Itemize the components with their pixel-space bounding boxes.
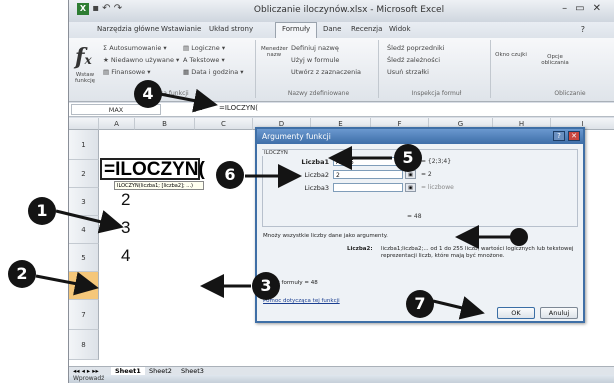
result-marker-dot xyxy=(510,228,528,246)
callout-4: 4 xyxy=(134,80,162,108)
callout-6: 6 xyxy=(216,161,244,189)
callout-arrow-1 xyxy=(55,209,124,234)
callout-1: 1 xyxy=(28,197,56,225)
callout-arrow-4 xyxy=(159,88,218,113)
callout-arrow-2 xyxy=(35,271,99,296)
callout-3: 3 xyxy=(252,272,280,300)
callout-7: 7 xyxy=(406,290,434,318)
callout-5: 5 xyxy=(394,144,422,172)
callout-2: 2 xyxy=(8,260,36,288)
callout-arrow-7 xyxy=(432,296,485,320)
callout-arrows xyxy=(35,88,528,320)
